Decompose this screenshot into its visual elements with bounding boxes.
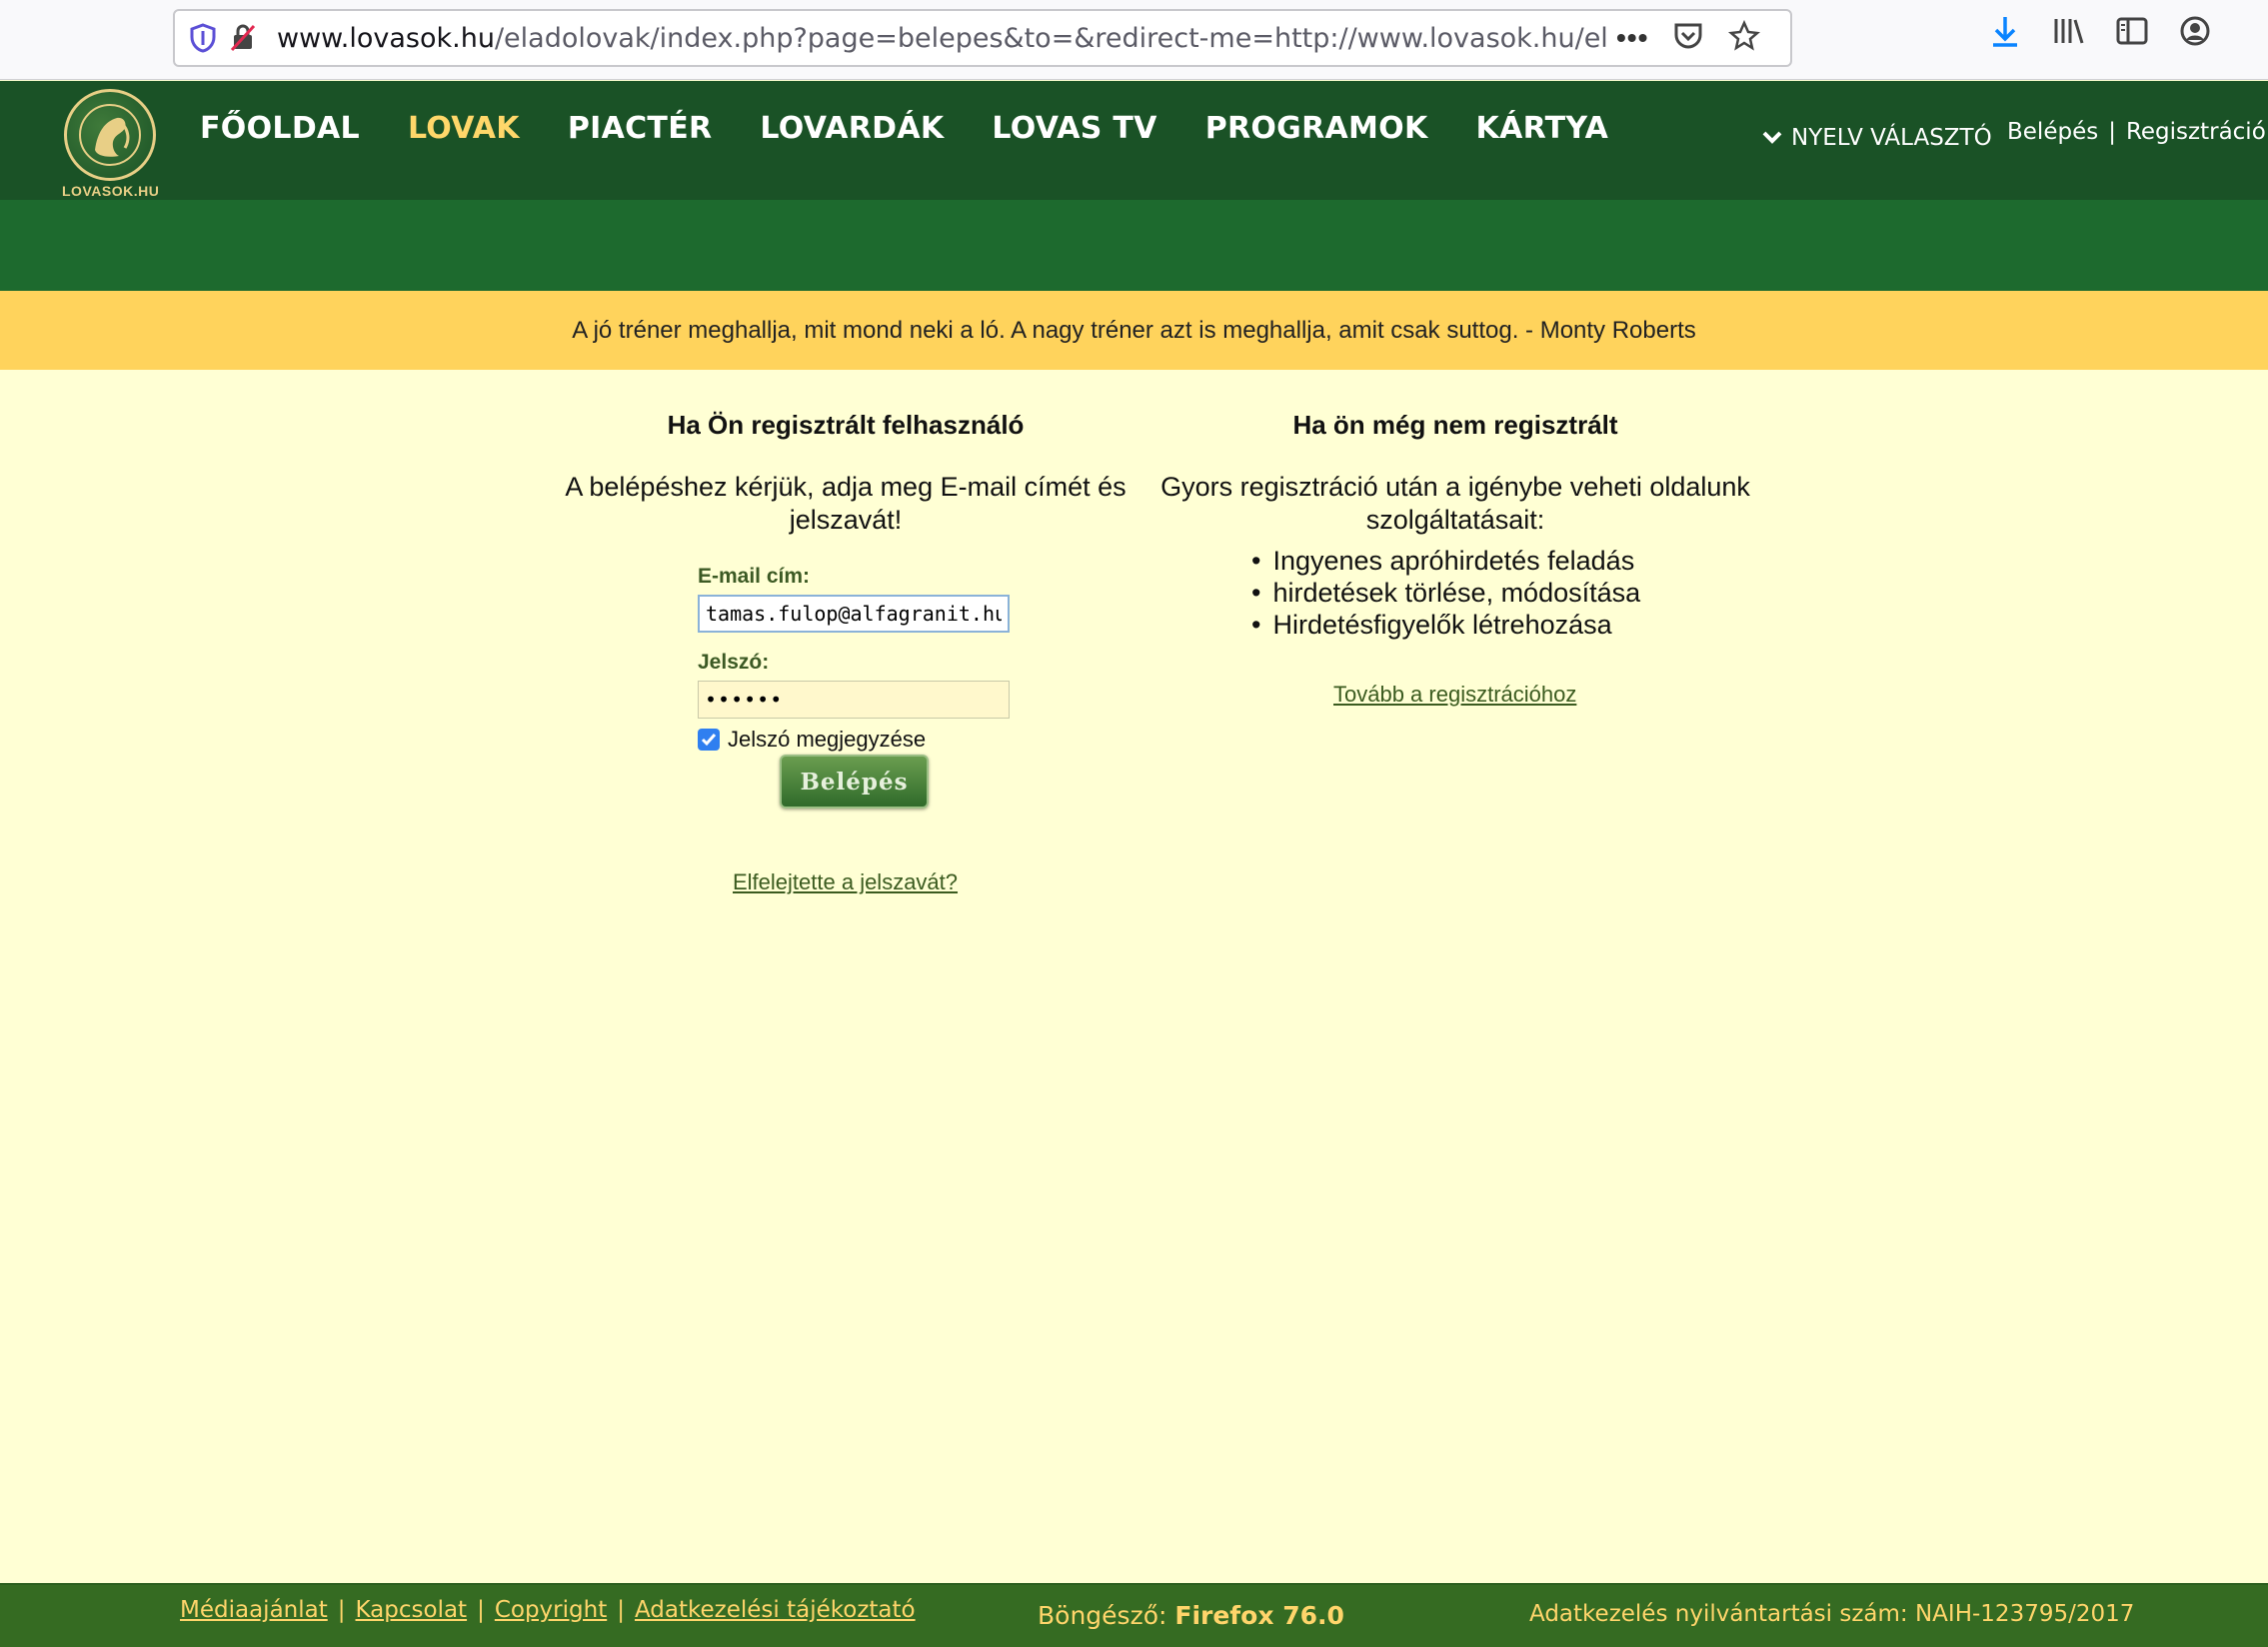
download-icon[interactable] — [1989, 14, 2021, 53]
footer-separator: | — [477, 1597, 485, 1623]
quote-bar: A jó tréner meghallja, mit mond neki a l… — [0, 291, 2268, 370]
site-header: LOVASOK.HU FŐOLDAL LOVAK PIACTÉR LOVARDÁ… — [0, 81, 2268, 200]
star-icon[interactable] — [1728, 19, 1761, 57]
footer-link-adatkezeles[interactable]: Adatkezelési tájékoztató — [635, 1597, 916, 1623]
nav-fooldal[interactable]: FŐOLDAL — [200, 111, 360, 146]
list-item: Ingyenes apróhirdetés feladás — [1251, 545, 1640, 577]
site-logo[interactable]: LOVASOK.HU — [62, 89, 160, 201]
register-benefits: Ingyenes apróhirdetés feladás hirdetések… — [1251, 545, 1640, 641]
more-icon[interactable]: ••• — [1616, 22, 1648, 54]
url-bar[interactable]: www.lovasok.hu/eladolovak/index.php?page… — [173, 9, 1792, 67]
header-band — [0, 200, 2268, 291]
header-login-link[interactable]: Belépés — [2007, 119, 2098, 145]
footer-separator: | — [617, 1597, 625, 1623]
chevron-down-icon — [1761, 125, 1783, 151]
list-item: Hirdetésfigyelők létrehozása — [1251, 609, 1640, 641]
remember-password[interactable]: Jelszó megjegyzése — [698, 727, 1018, 753]
login-section: Ha Ön regisztrált felhasználó A belépésh… — [548, 410, 1143, 537]
header-register-link[interactable]: Regisztráció — [2126, 119, 2266, 145]
logo-text: LOVASOK.HU — [62, 183, 160, 199]
continue-registration-link[interactable]: Tovább a regisztrációhoz — [1333, 682, 1576, 708]
nav-programok[interactable]: PROGRAMOK — [1205, 111, 1428, 146]
account-icon[interactable] — [2179, 15, 2211, 52]
nav-lovas-tv[interactable]: LOVAS TV — [992, 111, 1156, 146]
auth-separator: | — [2108, 119, 2116, 145]
remember-checkbox[interactable] — [698, 729, 720, 751]
register-description: Gyors regisztráció után a igénybe veheti… — [1160, 472, 1750, 535]
login-heading: Ha Ön regisztrált felhasználó — [667, 410, 1025, 440]
quote-text: A jó tréner meghallja, mit mond neki a l… — [572, 316, 1696, 344]
list-item: hirdetések törlése, módosítása — [1251, 577, 1640, 609]
pocket-icon[interactable] — [1672, 21, 1704, 56]
password-field[interactable]: •••••• — [698, 681, 1010, 719]
auth-links: Belépés | Regisztráció — [2007, 119, 2266, 145]
forgot-password-link[interactable]: Elfelejtette a jelszavát? — [733, 869, 958, 895]
footer-link-kapcsolat[interactable]: Kapcsolat — [356, 1597, 468, 1623]
url-text[interactable]: www.lovasok.hu/eladolovak/index.php?page… — [277, 23, 1606, 54]
nav-kartya[interactable]: KÁRTYA — [1476, 111, 1609, 146]
footer-link-mediaajanlat[interactable]: Médiaajánlat — [180, 1597, 328, 1623]
login-instruction: A belépéshez kérjük, adja meg E-mail cím… — [565, 472, 1127, 535]
browser-toolbar: www.lovasok.hu/eladolovak/index.php?page… — [0, 0, 2268, 80]
url-path: /eladolovak/index.php?page=belepes&to=&r… — [494, 22, 1606, 54]
email-label: E-mail cím: — [698, 565, 811, 588]
nav-piacter[interactable]: PIACTÉR — [568, 111, 713, 146]
library-icon[interactable] — [2051, 15, 2085, 52]
password-label: Jelszó: — [698, 651, 770, 674]
footer-separator: | — [337, 1597, 346, 1623]
nav-lovardak[interactable]: LOVARDÁK — [760, 111, 944, 146]
nav-lovak[interactable]: LOVAK — [408, 111, 520, 146]
site-footer: Médiaajánlat | Kapcsolat | Copyright | A… — [0, 1583, 2268, 1647]
browser-label: Böngésző: — [1038, 1601, 1167, 1630]
footer-link-copyright[interactable]: Copyright — [495, 1597, 607, 1623]
remember-label: Jelszó megjegyzése — [728, 727, 927, 752]
url-host: www.lovasok.hu — [277, 22, 495, 54]
footer-links: Médiaajánlat | Kapcsolat | Copyright | A… — [180, 1597, 916, 1623]
shield-icon[interactable] — [183, 18, 223, 58]
register-heading: Ha ön még nem regisztrált — [1292, 410, 1618, 440]
login-button[interactable]: Belépés — [780, 755, 929, 809]
browser-value: Firefox 76.0 — [1174, 1601, 1344, 1630]
horse-logo-icon — [64, 89, 156, 181]
email-field[interactable] — [698, 595, 1010, 633]
register-section: Ha ön még nem regisztrált Gyors regisztr… — [1149, 410, 1761, 537]
login-form: E-mail cím: Jelszó: •••••• Jelszó megjeg… — [698, 565, 1018, 753]
sidebar-icon[interactable] — [2115, 16, 2149, 51]
language-selector-label: NYELV VÁLASZTÓ — [1791, 125, 1992, 151]
language-selector[interactable]: NYELV VÁLASZTÓ — [1761, 125, 1992, 151]
naih-number: Adatkezelés nyilvántartási szám: NAIH-12… — [1529, 1601, 2135, 1627]
browser-info: Böngésző: Firefox 76.0 — [1038, 1601, 1344, 1630]
tracking-blocked-icon[interactable] — [223, 18, 263, 58]
main-nav: FŐOLDAL LOVAK PIACTÉR LOVARDÁK LOVAS TV … — [200, 111, 1608, 146]
